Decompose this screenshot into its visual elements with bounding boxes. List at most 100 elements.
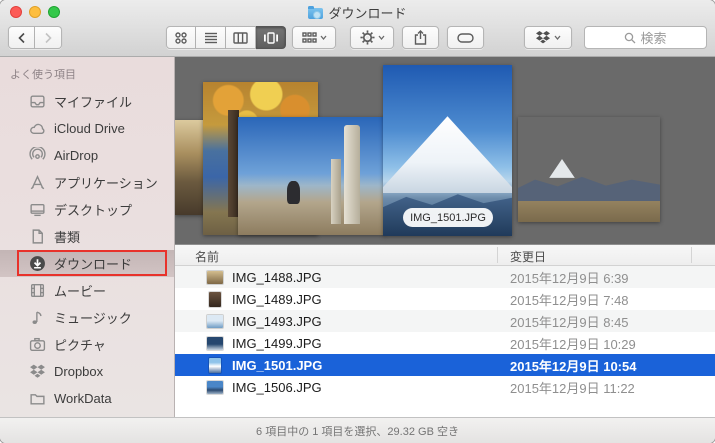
sidebar-item-label: 書類 [54, 230, 81, 245]
chevron-down-icon [378, 35, 384, 40]
photo-detail [343, 125, 361, 225]
arrange-icon [301, 32, 317, 43]
sidebar-item-documents[interactable]: 書類 [0, 223, 174, 250]
coverflow-photo-img-1488[interactable] [175, 120, 205, 215]
list-column-headers: 名前 変更日 [175, 244, 715, 266]
search-input[interactable]: 検索 [584, 26, 707, 49]
music-icon [29, 309, 46, 326]
file-date: 2015年12月9日 10:29 [510, 336, 636, 352]
title-area: ダウンロード [0, 3, 715, 22]
tag-button[interactable] [447, 26, 484, 49]
file-thumbnail [207, 336, 223, 350]
toolbar: 検索 [0, 22, 715, 57]
sidebar-item-label: マイファイル [54, 95, 133, 110]
main-pane: IMG_1501.JPG 名前 変更日 IMG_1488.JPG 2015年12… [175, 57, 715, 417]
sidebar-item-music[interactable]: ミュージック [0, 304, 174, 331]
applications-icon [29, 174, 46, 191]
dropbox-icon [536, 31, 550, 44]
sidebar-item-airdrop[interactable]: AirDrop [0, 142, 174, 169]
file-name: IMG_1506.JPG [232, 379, 322, 395]
sidebar-item-label: iCloud Drive [54, 121, 125, 136]
sidebar-item-pictures[interactable]: ピクチャ [0, 331, 174, 358]
photo-detail [518, 201, 660, 222]
sidebar-item-label: WorkData [54, 391, 112, 406]
share-icon [414, 30, 427, 45]
coverflow-view-button[interactable] [256, 26, 286, 49]
column-view-button[interactable] [226, 26, 256, 49]
search-icon [625, 32, 636, 43]
file-thumbnail [207, 380, 223, 394]
file-date: 2015年12月9日 10:54 [510, 358, 637, 374]
sidebar-item-workdata[interactable]: WorkData [0, 385, 174, 412]
sidebar-item-downloads[interactable]: ダウンロード [0, 250, 174, 277]
coverflow-area: IMG_1501.JPG [175, 57, 715, 244]
sidebar: よく使う項目 マイファイル iCloud Drive AirDrop アプリケー… [0, 57, 175, 417]
dropbox-icon [29, 363, 46, 380]
status-bar: 6 項目中の 1 項目を選択、29.32 GB 空き [0, 417, 715, 443]
photo-detail [330, 159, 341, 225]
photo-detail [549, 159, 575, 178]
file-name: IMG_1489.JPG [232, 291, 322, 307]
movies-icon [29, 282, 46, 299]
back-button[interactable] [8, 26, 35, 49]
column-divider[interactable] [497, 247, 498, 263]
downloads-icon [29, 255, 46, 272]
forward-button[interactable] [35, 26, 62, 49]
sidebar-item-myfiles[interactable]: マイファイル [0, 88, 174, 115]
file-date: 2015年12月9日 11:22 [510, 380, 635, 396]
view-mode-control [166, 26, 286, 49]
file-name: IMG_1501.JPG [232, 357, 323, 373]
share-button[interactable] [402, 26, 439, 49]
photo-detail [286, 180, 300, 205]
file-name: IMG_1488.JPG [232, 269, 322, 285]
navigation-buttons [8, 26, 62, 49]
myfiles-icon [29, 93, 46, 110]
finder-window: ダウンロード 検索 よく使う項目 マイファイル iCloud Drive Air… [0, 0, 715, 443]
coverflow-photo-img-1499[interactable] [238, 117, 385, 235]
search-placeholder: 検索 [640, 31, 667, 46]
column-view-icon [233, 31, 248, 44]
chevron-down-icon [554, 35, 561, 40]
sidebar-item-label: ミュージック [54, 311, 132, 326]
arrange-button[interactable] [292, 26, 336, 49]
table-row[interactable]: IMG_1488.JPG 2015年12月9日 6:39 [175, 266, 715, 288]
sidebar-item-label: ピクチャ [54, 338, 106, 353]
file-thumbnail [207, 270, 223, 284]
sidebar-item-desktop[interactable]: デスクトップ [0, 196, 174, 223]
sidebar-item-dropbox[interactable]: Dropbox [0, 358, 174, 385]
sidebar-item-label: ダウンロード [54, 257, 133, 272]
sidebar-item-label: アプリケーション [54, 176, 158, 191]
dropbox-toolbar-button[interactable] [524, 26, 572, 49]
sidebar-item-label: ムービー [54, 284, 107, 299]
action-button[interactable] [350, 26, 394, 49]
list-view-button[interactable] [196, 26, 226, 49]
file-date: 2015年12月9日 7:48 [510, 292, 629, 308]
table-row[interactable]: IMG_1493.JPG 2015年12月9日 8:45 [175, 310, 715, 332]
column-header-name[interactable]: 名前 [195, 248, 219, 265]
column-header-date-modified[interactable]: 変更日 [510, 248, 546, 265]
tag-icon [457, 32, 474, 43]
sidebar-section-header: よく使う項目 [10, 69, 76, 81]
file-thumbnail [207, 314, 223, 328]
file-thumbnail [209, 357, 221, 373]
folder-icon [29, 390, 46, 407]
sidebar-item-icloud-drive[interactable]: iCloud Drive [0, 115, 174, 142]
photo-detail [383, 116, 512, 194]
titlebar[interactable]: ダウンロード [0, 0, 715, 22]
icon-view-button[interactable] [166, 26, 196, 49]
sidebar-item-movies[interactable]: ムービー [0, 277, 174, 304]
column-divider[interactable] [691, 247, 692, 263]
sidebar-item-applications[interactable]: アプリケーション [0, 169, 174, 196]
sidebar-item-label: Dropbox [54, 364, 104, 379]
table-row-selected[interactable]: IMG_1501.JPG 2015年12月9日 10:54 [175, 354, 715, 376]
airdrop-icon [29, 147, 46, 164]
table-row[interactable]: IMG_1489.JPG 2015年12月9日 7:48 [175, 288, 715, 310]
table-row[interactable]: IMG_1499.JPG 2015年12月9日 10:29 [175, 332, 715, 354]
coverflow-photo-img-1506[interactable] [518, 117, 660, 222]
file-date: 2015年12月9日 8:45 [510, 314, 629, 330]
downloads-folder-proxy-icon[interactable] [308, 6, 324, 19]
documents-icon [29, 228, 46, 245]
window-title: ダウンロード [328, 6, 407, 21]
table-row[interactable]: IMG_1506.JPG 2015年12月9日 11:22 [175, 376, 715, 398]
file-name: IMG_1499.JPG [232, 335, 322, 351]
